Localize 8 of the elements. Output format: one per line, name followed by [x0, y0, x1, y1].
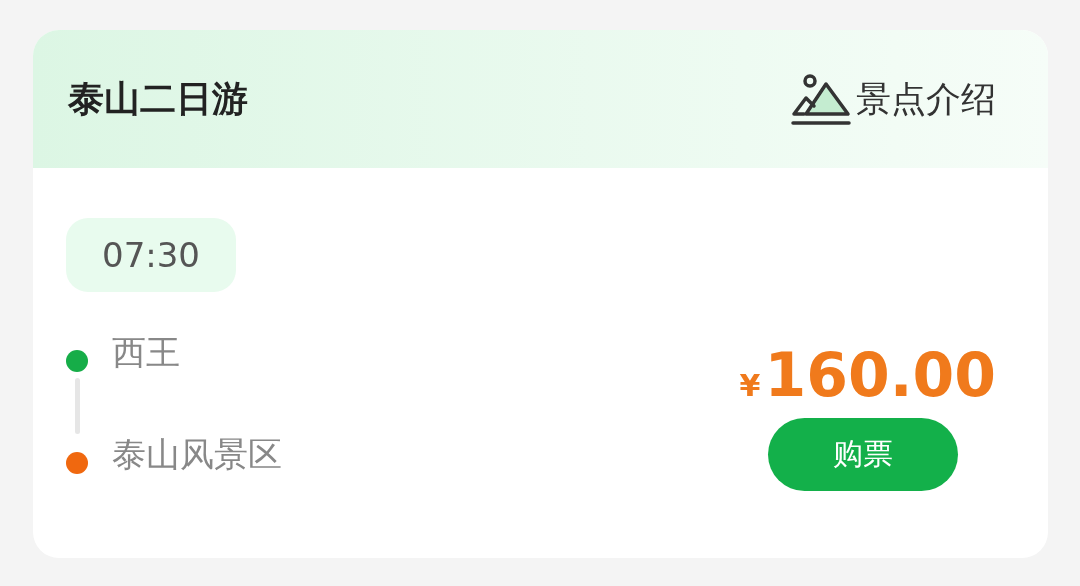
stop-name: 西王 [112, 332, 180, 372]
stop-name: 泰山风景区 [112, 434, 282, 474]
departure-time: 07:30 [66, 218, 236, 292]
price-amount: 160.00 [764, 340, 996, 410]
attraction-intro-link[interactable]: 景点介绍 [790, 72, 996, 126]
mountain-icon [790, 72, 852, 126]
trip-title: 泰山二日游 [68, 76, 248, 121]
currency-symbol: ¥ [739, 368, 761, 403]
